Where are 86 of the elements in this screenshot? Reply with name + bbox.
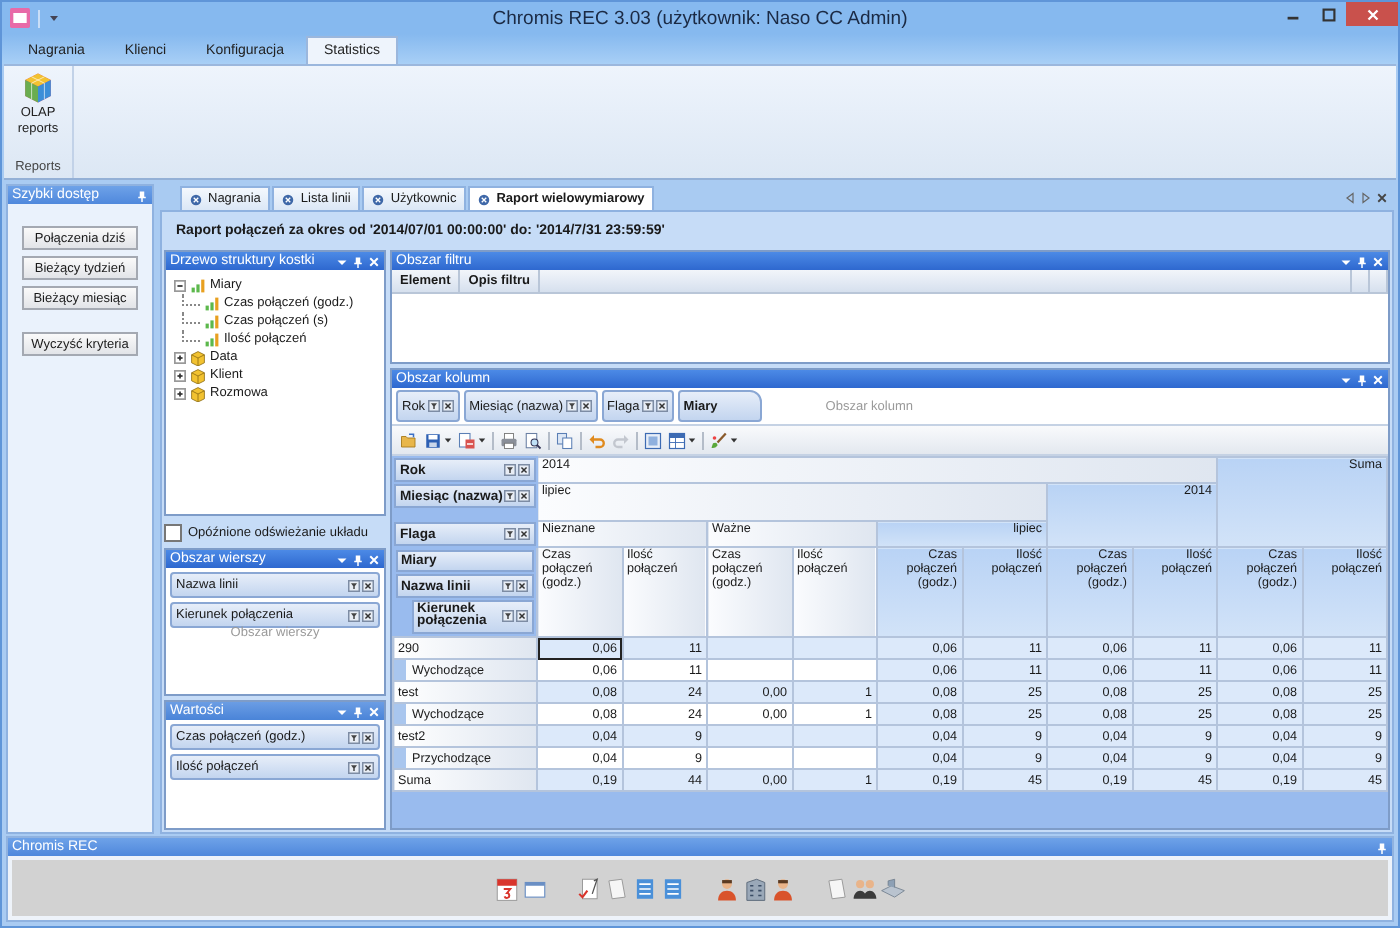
printer-icon	[500, 431, 518, 449]
circle-x-icon	[478, 193, 491, 205]
person-icon[interactable]	[714, 875, 740, 901]
building-icon[interactable]	[742, 875, 768, 901]
remove-icon[interactable]	[362, 609, 374, 621]
remove-icon[interactable]	[518, 528, 530, 540]
filter-icon[interactable]	[641, 400, 654, 412]
filter-icon[interactable]	[427, 400, 440, 412]
remove-icon[interactable]	[655, 400, 668, 412]
expand-icon[interactable]	[174, 387, 186, 399]
brush-icon	[710, 431, 728, 449]
folder-icon	[400, 431, 418, 449]
grid-icon	[668, 431, 686, 449]
filter-icon[interactable]	[348, 609, 360, 621]
app-icon	[10, 8, 30, 28]
pin-icon[interactable]	[352, 553, 364, 565]
close-button[interactable]	[1346, 2, 1398, 26]
filter-icon[interactable]	[348, 731, 360, 743]
people-icon[interactable]	[852, 875, 878, 901]
checkbox[interactable]	[164, 523, 182, 541]
remove-icon[interactable]	[516, 580, 528, 593]
list-icon[interactable]	[660, 875, 686, 901]
caret-icon[interactable]	[48, 12, 60, 24]
calendar-icon[interactable]	[494, 875, 520, 901]
filter-icon[interactable]	[502, 610, 514, 623]
remove-icon[interactable]	[579, 400, 592, 412]
remove-icon[interactable]	[518, 490, 531, 502]
remove-icon[interactable]	[362, 761, 374, 773]
remove-icon[interactable]	[516, 610, 528, 623]
dropdown-icon[interactable]	[1340, 373, 1352, 385]
caret-icon	[730, 436, 738, 444]
grid-button[interactable]	[666, 428, 698, 452]
cube-icon	[22, 72, 54, 104]
dropdown-icon[interactable]	[336, 255, 348, 267]
copy-icon	[556, 431, 574, 449]
pin-icon[interactable]	[1356, 373, 1368, 385]
circle-x-icon	[372, 193, 385, 205]
pin-icon[interactable]	[352, 255, 364, 267]
expand-icon[interactable]	[174, 369, 186, 381]
print-button[interactable]	[498, 428, 520, 452]
preview-button[interactable]	[522, 428, 544, 452]
layout-icon	[644, 431, 662, 449]
export-button[interactable]	[456, 428, 488, 452]
copy-button[interactable]	[554, 428, 576, 452]
filter-icon[interactable]	[504, 528, 516, 540]
export-icon	[458, 431, 476, 449]
close-icon[interactable]	[1376, 191, 1388, 203]
close-icon	[1363, 5, 1381, 23]
save-button[interactable]	[422, 428, 454, 452]
filter-icon[interactable]	[502, 580, 514, 593]
left-arrow-icon[interactable]	[1344, 191, 1356, 203]
layout-button[interactable]	[642, 428, 664, 452]
remove-icon[interactable]	[362, 579, 374, 591]
person-icon[interactable]	[770, 875, 796, 901]
window-title: Chromis REC 3.03 (użytkownik: Naso CC Admin)	[492, 7, 908, 29]
caret-icon	[478, 436, 486, 444]
brush-button[interactable]	[708, 428, 740, 452]
list-icon[interactable]	[632, 875, 658, 901]
filter-icon[interactable]	[504, 490, 517, 502]
collapse-icon[interactable]	[174, 279, 186, 291]
right-arrow-icon[interactable]	[1360, 191, 1372, 203]
circle-x-icon	[282, 193, 295, 205]
print-preview-icon	[524, 431, 542, 449]
caret-icon	[688, 436, 696, 444]
filter-icon[interactable]	[504, 464, 516, 476]
pin-icon[interactable]	[136, 189, 148, 201]
caret-icon	[444, 436, 452, 444]
circle-x-icon	[190, 193, 202, 205]
filter-icon[interactable]	[348, 761, 360, 773]
remove-icon[interactable]	[518, 464, 530, 476]
expand-icon[interactable]	[174, 351, 186, 363]
dropdown-icon[interactable]	[336, 705, 348, 717]
pin-icon[interactable]	[1376, 841, 1388, 853]
checklist-icon[interactable]	[576, 875, 602, 901]
save-icon	[424, 431, 442, 449]
pin-icon[interactable]	[352, 705, 364, 717]
folder-button[interactable]	[398, 428, 420, 452]
redo-icon	[612, 431, 630, 449]
maximize-icon	[1319, 5, 1337, 23]
filter-icon[interactable]	[348, 579, 360, 591]
undo-icon	[588, 431, 606, 449]
remove-icon[interactable]	[441, 400, 454, 412]
pin-icon[interactable]	[1356, 255, 1368, 267]
filter-icon[interactable]	[565, 400, 578, 412]
remove-icon[interactable]	[362, 731, 374, 743]
dropdown-icon[interactable]	[336, 553, 348, 565]
